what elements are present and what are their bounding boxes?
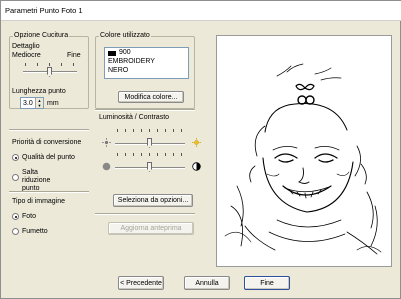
detail-label: Dettaglio [12,43,40,50]
divider [95,109,195,111]
conversion-priority-label: Priorità di conversione [12,139,82,146]
sun-icon-bright [192,138,201,147]
stitch-options-label: Opzione Cucitura [13,32,70,40]
finish-button[interactable]: Fine [244,276,290,290]
radio-cartoon-label[interactable]: Fumetto [22,228,48,236]
select-options-button[interactable]: Seleziona da opzioni... [113,194,193,207]
brightness-contrast-label: Luminosità / Contrasto [99,114,170,121]
color-name: NERO [108,67,129,74]
title-bar: Parametri Punto Foto 1 [1,1,401,21]
stitch-length-field[interactable]: 3.0 ▲ ▼ [20,97,44,109]
color-list[interactable]: 900 EMBROIDERY NERO [104,47,189,79]
brightness-slider-thumb[interactable] [147,138,152,148]
detail-high-label: Fine [67,52,81,59]
cancel-button[interactable]: Annulla [184,276,230,290]
stitched-portrait-image [224,63,382,255]
divider [9,129,89,131]
stitch-length-down[interactable]: ▼ [35,103,43,108]
stitch-length-value: 3.0 [23,100,33,107]
radio-photo[interactable] [12,213,19,220]
divider [95,213,195,215]
divider [9,191,89,193]
contrast-slider-thumb[interactable] [147,162,152,172]
image-preview [216,35,392,267]
contrast-icon-high [192,162,201,171]
detail-low-label: Mediocre [12,52,41,59]
photo-stitch-dialog: Parametri Punto Foto 1 Opzione Cucitura … [0,0,401,299]
radio-stitch-quality-label[interactable]: Qualità del punto [22,154,75,162]
radio-skip-reduction-label[interactable]: Salta riduzione punto [22,169,64,193]
radio-stitch-quality[interactable] [12,154,19,161]
stitch-length-unit: mm [47,100,59,107]
color-code: 900 [119,49,131,56]
previous-button[interactable]: < Precedente [118,276,164,290]
update-preview-button[interactable]: Aggiorna anteprima [108,222,194,235]
edit-color-button[interactable]: Modifica colore... [118,91,184,103]
radio-photo-label[interactable]: Foto [22,213,36,221]
radio-skip-reduction[interactable] [12,174,19,181]
radio-cartoon[interactable] [12,228,19,235]
stitch-length-label: Lunghezza punto [12,88,66,95]
contrast-icon-low [102,162,111,171]
image-type-label: Tipo di immagine [12,198,66,205]
color-swatch [108,51,116,56]
color-brand: EMBROIDERY [108,58,155,65]
color-used-label: Colore utilizzato [99,32,151,40]
sun-icon-dim [102,138,111,147]
window-title: Parametri Punto Foto 1 [5,6,83,15]
